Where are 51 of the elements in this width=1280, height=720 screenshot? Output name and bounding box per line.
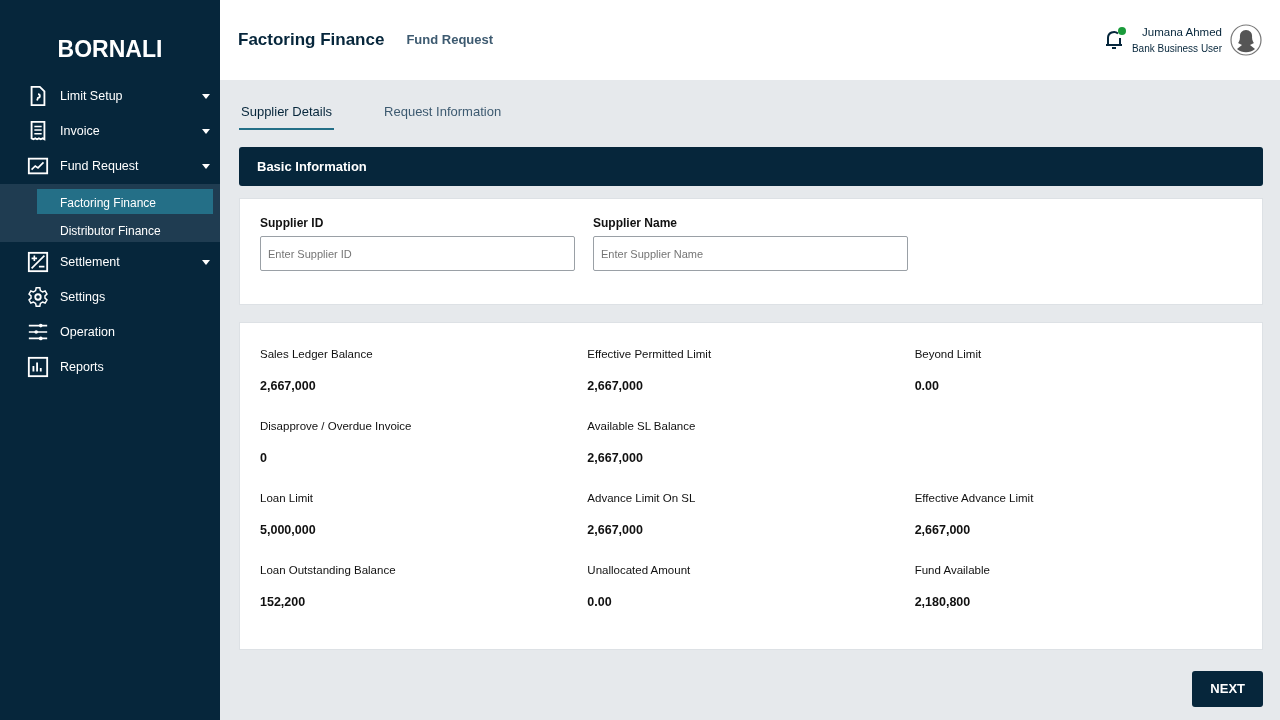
sidebar-item[interactable]: Settings bbox=[0, 279, 220, 315]
tab[interactable]: Request Information bbox=[382, 96, 504, 130]
trend-chart-icon bbox=[27, 155, 49, 177]
plus-minus-icon bbox=[27, 251, 49, 273]
brand-logo: BORNALI bbox=[56, 35, 164, 64]
input-field[interactable]: Enter Supplier ID bbox=[260, 236, 575, 271]
sidebar-item[interactable]: Settlement bbox=[0, 244, 220, 280]
summary-label: Advance Limit On SL bbox=[587, 491, 697, 506]
breadcrumb-text: Fund Request bbox=[406, 31, 494, 50]
summary-value: 152,200 bbox=[260, 594, 307, 612]
field-label: Supplier ID bbox=[260, 215, 325, 232]
sidebar-item[interactable]: Invoice bbox=[0, 113, 220, 149]
sidebar-item[interactable]: Fund Request bbox=[0, 148, 220, 184]
user-role: Bank Business User bbox=[1131, 42, 1222, 57]
page-title: Factoring Finance bbox=[238, 29, 385, 52]
tab[interactable]: Supplier Details bbox=[239, 96, 335, 130]
summary-value: 0.00 bbox=[914, 378, 940, 396]
sidebar-subitem[interactable]: Distributor Finance bbox=[37, 216, 213, 242]
field-label: Supplier Name bbox=[593, 215, 679, 232]
section-header: Basic Information bbox=[239, 146, 1263, 186]
sidebar-item[interactable]: Reports bbox=[0, 349, 220, 385]
summary-value: 2,180,800 bbox=[914, 594, 972, 612]
summary-value: 2,667,000 bbox=[587, 450, 644, 468]
sidebar-item[interactable]: Operation bbox=[0, 314, 220, 350]
summary-value: 2,667,000 bbox=[260, 378, 317, 396]
summary-value: 0 bbox=[260, 450, 268, 468]
sliders-icon bbox=[27, 321, 49, 343]
settings-icon bbox=[27, 286, 49, 308]
next-button[interactable]: NEXT bbox=[1192, 671, 1263, 707]
summary-label: Effective Permitted Limit bbox=[587, 347, 713, 362]
input-field[interactable]: Enter Supplier Name bbox=[593, 236, 908, 271]
summary-label: Loan Limit bbox=[260, 491, 315, 506]
summary-label: Beyond Limit bbox=[914, 347, 983, 362]
summary-label: Available SL Balance bbox=[587, 419, 697, 434]
summary-label: Sales Ledger Balance bbox=[260, 347, 374, 362]
summary-label: Unallocated Amount bbox=[587, 563, 692, 578]
notification-icon[interactable] bbox=[1103, 29, 1124, 51]
sidebar-item[interactable]: Limit Setup bbox=[0, 78, 220, 114]
summary-value: 2,667,000 bbox=[587, 378, 644, 396]
avatar-icon[interactable] bbox=[1230, 24, 1262, 56]
summary-value: 2,667,000 bbox=[587, 522, 644, 540]
summary-value: 0.00 bbox=[587, 594, 613, 612]
summary-label: Loan Outstanding Balance bbox=[260, 563, 397, 578]
summary-label: Fund Available bbox=[914, 563, 991, 578]
summary-value: 5,000,000 bbox=[260, 522, 317, 540]
bar-chart-icon bbox=[27, 356, 49, 378]
summary-value: 2,667,000 bbox=[914, 522, 972, 540]
sidebar-subitem[interactable]: Factoring Finance bbox=[37, 188, 213, 214]
summary-label: Effective Advance Limit bbox=[914, 491, 1035, 506]
user-name: Jumana Ahmed bbox=[1141, 24, 1222, 40]
summary-label: Disapprove / Overdue Invoice bbox=[260, 419, 413, 434]
